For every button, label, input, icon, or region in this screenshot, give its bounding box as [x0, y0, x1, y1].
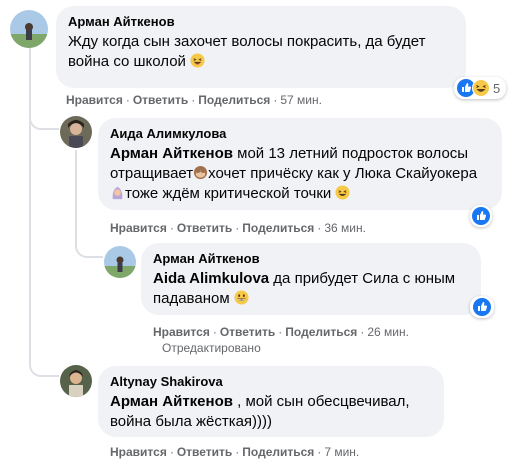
like-button[interactable]: Нравится [110, 445, 167, 459]
comment-actions: Нравится · Ответить · Поделиться · 36 мин. [110, 221, 366, 235]
like-button[interactable]: Нравится [153, 325, 210, 339]
see-no-evil-monkey-icon [193, 165, 208, 180]
share-button[interactable]: Поделиться [198, 93, 270, 107]
like-reaction-icon [473, 298, 491, 316]
mention-link[interactable]: Aida Alimkulova [153, 270, 269, 287]
avatar[interactable] [60, 365, 92, 397]
woman-with-veil-icon [110, 185, 125, 200]
haha-reaction-icon [472, 79, 490, 97]
comment-thread: Арман Айткенов Жду когда сын захочет вол… [0, 0, 521, 462]
comment-author[interactable]: Аида Алимкулова [110, 126, 490, 142]
comment-bubble: Altynay Shakirova Арман Айткенов , мой с… [98, 366, 444, 437]
comment-text: Арман Айткенов мой 13 летний подросток в… [110, 145, 478, 202]
share-button[interactable]: Поделиться [285, 325, 357, 339]
share-button[interactable]: Поделиться [242, 445, 314, 459]
comment-text: Арман Айткенов , мой сын обесцвечивал, в… [110, 393, 410, 430]
mention-link[interactable]: Арман Айткенов [110, 145, 233, 162]
thread-branch [29, 355, 59, 377]
comment-timestamp[interactable]: 57 мин. [280, 93, 322, 107]
thread-branch [29, 112, 59, 130]
comment-actions: Нравится · Ответить · Поделиться · 26 мин. [153, 325, 409, 339]
comment-text: Жду когда сын захочет волосы покрасить, … [68, 33, 426, 70]
avatar[interactable] [10, 10, 48, 48]
avatar[interactable] [60, 116, 92, 148]
comment-timestamp[interactable]: 7 мин. [324, 445, 359, 459]
laughing-emoji-icon [335, 185, 351, 200]
reply-button[interactable]: Ответить [177, 445, 232, 459]
comment-actions: Нравится · Ответить · Поделиться · 7 мин. [110, 445, 360, 459]
comment-timestamp[interactable]: 36 мин. [324, 221, 366, 235]
comment-bubble: Арман Айткенов Жду когда сын захочет вол… [56, 6, 466, 88]
thread-branch [75, 240, 103, 258]
comment-timestamp[interactable]: 26 мин. [367, 325, 409, 339]
thread-line [75, 150, 77, 240]
avatar[interactable] [104, 246, 136, 278]
reaction-count: 5 [493, 80, 501, 96]
comment-author[interactable]: Арман Айткенов [68, 14, 454, 30]
comment-author[interactable]: Altynay Shakirova [110, 374, 432, 390]
like-button[interactable]: Нравится [66, 93, 123, 107]
grinning-emoji-icon [234, 290, 249, 305]
comment-text: Aida Alimkulova да прибудет Сила с юным … [153, 270, 456, 307]
edited-label[interactable]: Отредактировано [162, 341, 261, 355]
reply-button[interactable]: Ответить [220, 325, 275, 339]
comment-bubble: Арман Айткенов Aida Alimkulova да прибуд… [141, 243, 481, 315]
reactions-summary[interactable]: 5 [454, 77, 507, 99]
mention-link[interactable]: Арман Айткенов [110, 393, 233, 410]
thread-line [29, 48, 31, 358]
share-button[interactable]: Поделиться [242, 221, 314, 235]
like-button[interactable]: Нравится [110, 221, 167, 235]
like-reaction-icon [472, 207, 490, 225]
reply-button[interactable]: Ответить [177, 221, 232, 235]
comment-author[interactable]: Арман Айткенов [153, 251, 469, 267]
laughing-emoji-icon [190, 53, 205, 68]
comment-bubble: Аида Алимкулова Арман Айткенов мой 13 ле… [98, 118, 502, 210]
reply-button[interactable]: Ответить [133, 93, 188, 107]
reactions-summary[interactable] [470, 205, 492, 227]
comment-actions: Нравится · Ответить · Поделиться · 57 мин. [66, 93, 322, 107]
reactions-summary[interactable] [470, 296, 494, 318]
